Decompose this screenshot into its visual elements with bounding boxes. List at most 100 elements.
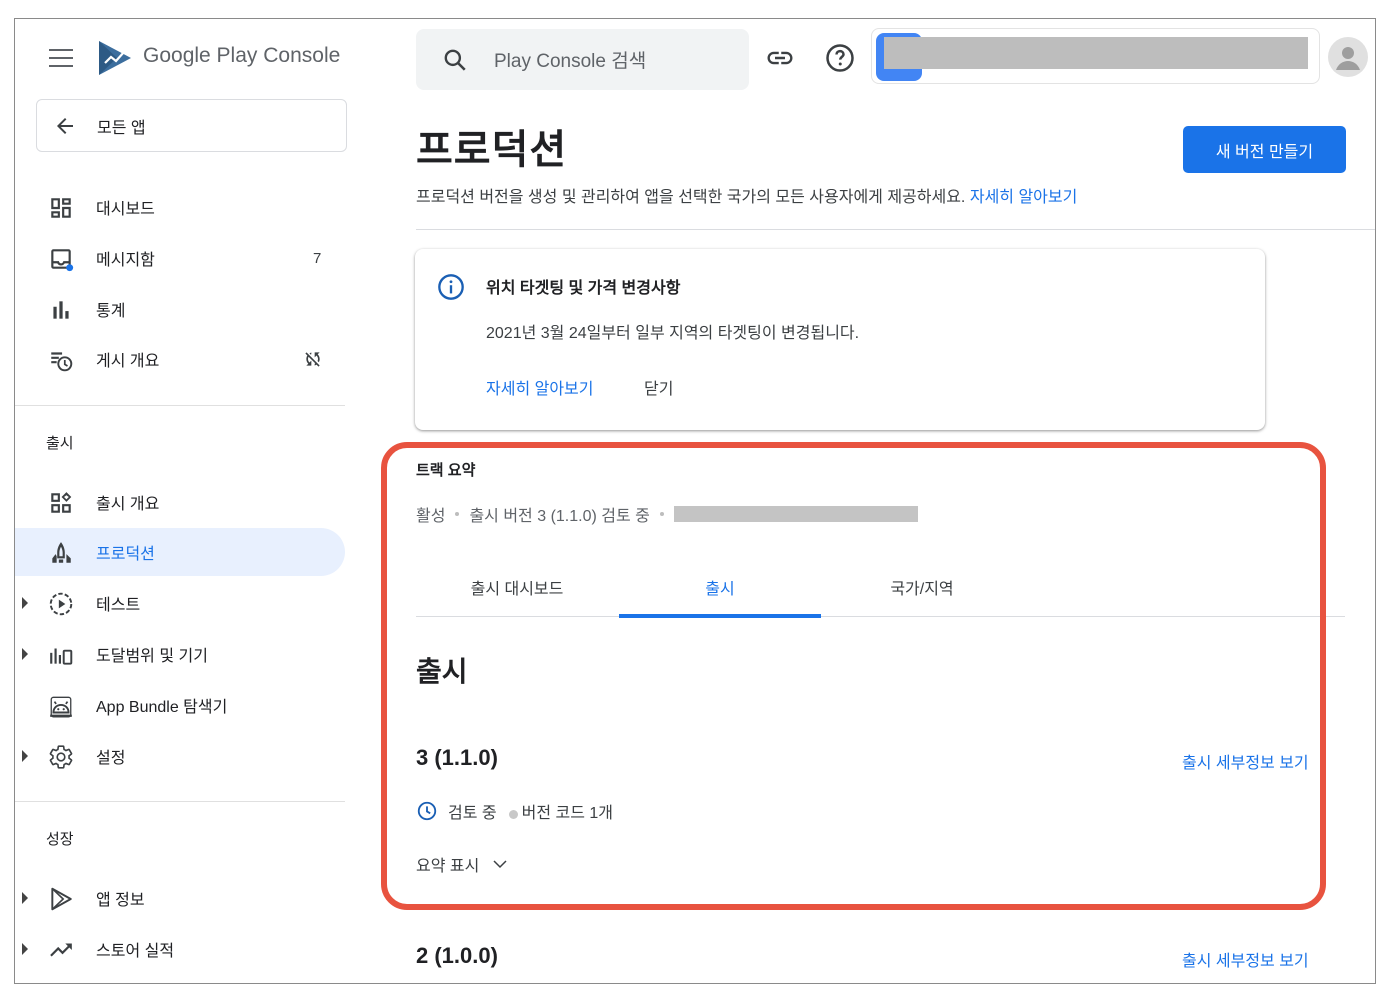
gear-icon — [49, 745, 73, 769]
separator-dot — [659, 512, 664, 516]
person-icon — [1336, 47, 1360, 70]
separator-dot — [455, 512, 460, 516]
trending-up-icon — [50, 943, 72, 957]
release-version: 3 (1.1.0) — [416, 745, 498, 770]
sidebar-divider — [15, 405, 345, 406]
notice-dismiss-button[interactable]: 닫기 — [644, 375, 673, 399]
sidebar-section-growth: 성장 — [46, 831, 74, 848]
sidebar-item-label: 메시지함 — [96, 252, 155, 269]
page-subtitle: 프로덕션 버전을 생성 및 관리하여 앱을 선택한 국가의 모든 사용자에게 제… — [416, 183, 1077, 207]
help-icon[interactable] — [825, 43, 855, 73]
tab-countries-regions[interactable]: 국가/지역 — [821, 575, 1023, 617]
expand-arrow-icon[interactable] — [22, 943, 28, 955]
release-details-link[interactable]: 출시 세부정보 보기 — [1182, 947, 1309, 971]
release-status: 검토 중 버전 코드 1개 — [416, 799, 613, 823]
play-store-icon — [51, 887, 72, 911]
sidebar-item-settings[interactable]: 설정 — [15, 732, 345, 780]
android-icon — [50, 696, 72, 718]
releases-heading: 출시 — [416, 656, 468, 687]
sidebar-item-label: 앱 정보 — [96, 892, 145, 909]
clock-icon — [417, 801, 437, 821]
show-summary-label: 요약 표시 — [416, 858, 480, 875]
sidebar: Google Play Console 모든 앱 대시보드 메시지함 7 통계 … — [15, 19, 360, 983]
play-circle-icon — [49, 592, 73, 616]
sidebar-item-label: 프로덕션 — [96, 546, 155, 563]
sidebar-item-label: 테스트 — [96, 597, 141, 614]
sidebar-item-label: 통계 — [96, 303, 126, 320]
devices-chart-icon — [50, 648, 73, 665]
sidebar-item-store-performance[interactable]: 스토어 실적 — [15, 925, 345, 973]
release-review-status: 검토 중 — [448, 805, 497, 822]
arrow-left-icon — [57, 117, 73, 134]
search-icon — [444, 49, 466, 71]
show-summary-toggle[interactable]: 요약 표시 — [416, 852, 509, 876]
publishing-overview-icon — [51, 352, 73, 372]
sidebar-item-inbox[interactable]: 메시지함 7 — [15, 234, 345, 282]
create-release-button[interactable]: 새 버전 만들기 — [1183, 126, 1346, 173]
sidebar-item-app-bundle-explorer[interactable]: App Bundle 탐색기 — [15, 681, 345, 729]
sidebar-item-statistics[interactable]: 통계 — [15, 285, 345, 333]
info-icon — [438, 274, 464, 300]
notice-body: 2021년 3월 24일부터 일부 지역의 타겟팅이 변경됩니다. — [486, 325, 860, 342]
all-apps-button[interactable]: 모든 앱 — [36, 99, 347, 152]
track-status-release: 출시 버전 3 (1.1.0) 검토 중 — [469, 508, 650, 525]
account-selector[interactable] — [871, 28, 1320, 84]
track-status: 활성 출시 버전 3 (1.1.0) 검토 중 — [416, 502, 918, 526]
inbox-icon — [51, 249, 74, 272]
expand-arrow-icon[interactable] — [22, 648, 28, 660]
release-version: 2 (1.0.0) — [416, 943, 498, 968]
sidebar-item-testing[interactable]: 테스트 — [15, 579, 345, 627]
page-title: 프로덕션 — [416, 128, 568, 172]
notice-card: 위치 타겟팅 및 가격 변경사항 2021년 3월 24일부터 일부 지역의 타… — [415, 249, 1265, 430]
search-placeholder: Play Console 검색 — [494, 51, 647, 72]
track-status-active: 활성 — [416, 508, 446, 525]
header-divider — [416, 229, 1375, 230]
track-summary-title: 트랙 요약 — [416, 462, 476, 479]
separator-dot — [508, 809, 518, 819]
play-console-logo-icon — [99, 41, 131, 75]
sidebar-item-label: 출시 개요 — [96, 496, 160, 513]
tab-bar: 출시 대시보드 출시 국가/지역 — [416, 575, 1345, 618]
release-overview-icon — [51, 492, 72, 513]
bar-chart-icon — [53, 301, 69, 319]
sidebar-item-release-overview[interactable]: 출시 개요 — [15, 478, 345, 526]
sidebar-item-label: 스토어 실적 — [96, 943, 175, 960]
chevron-down-icon — [493, 860, 507, 869]
sidebar-item-dashboard[interactable]: 대시보드 — [15, 183, 345, 231]
sidebar-item-production[interactable]: 프로덕션 — [15, 528, 345, 576]
sync-off-icon — [305, 352, 320, 367]
expand-arrow-icon[interactable] — [22, 597, 28, 609]
tab-releases[interactable]: 출시 — [619, 575, 821, 618]
inbox-count-badge: 7 — [313, 249, 322, 267]
sidebar-item-publishing-overview[interactable]: 게시 개요 — [15, 335, 345, 383]
sidebar-item-reach-devices[interactable]: 도달범위 및 기기 — [15, 630, 345, 678]
all-apps-label: 모든 앱 — [97, 119, 146, 137]
expand-arrow-icon[interactable] — [22, 892, 28, 904]
release-version-codes: 버전 코드 1개 — [521, 805, 613, 822]
notice-learn-more-link[interactable]: 자세히 알아보기 — [486, 375, 594, 399]
sidebar-section-release: 출시 — [46, 435, 74, 452]
subtitle-text: 프로덕션 버전을 생성 및 관리하여 앱을 선택한 국가의 모든 사용자에게 제… — [416, 189, 966, 206]
rocket-icon — [52, 542, 71, 563]
sidebar-item-label: 게시 개요 — [96, 353, 160, 370]
sidebar-item-label: 설정 — [96, 750, 126, 767]
notice-title: 위치 타겟팅 및 가격 변경사항 — [486, 280, 681, 297]
sidebar-item-label: 대시보드 — [96, 201, 155, 218]
sidebar-divider — [15, 801, 345, 802]
avatar[interactable] — [1328, 37, 1368, 77]
tab-release-dashboard[interactable]: 출시 대시보드 — [416, 575, 618, 617]
learn-more-link[interactable]: 자세히 알아보기 — [970, 189, 1078, 206]
search-input[interactable]: Play Console 검색 — [416, 29, 749, 90]
redacted-text — [673, 506, 918, 522]
sidebar-item-app-info[interactable]: 앱 정보 — [15, 874, 345, 922]
dashboard-icon — [51, 198, 71, 218]
app-window: Google Play Console 모든 앱 대시보드 메시지함 7 통계 … — [14, 18, 1376, 984]
brand-title: Google Play Console — [143, 44, 341, 67]
menu-icon[interactable] — [49, 49, 73, 67]
release-details-link[interactable]: 출시 세부정보 보기 — [1182, 749, 1309, 773]
sidebar-item-label: App Bundle 탐색기 — [96, 699, 228, 716]
sidebar-item-label: 도달범위 및 기기 — [96, 648, 208, 665]
redacted-account-name — [884, 37, 1308, 69]
expand-arrow-icon[interactable] — [22, 750, 28, 762]
link-icon[interactable] — [765, 43, 795, 73]
